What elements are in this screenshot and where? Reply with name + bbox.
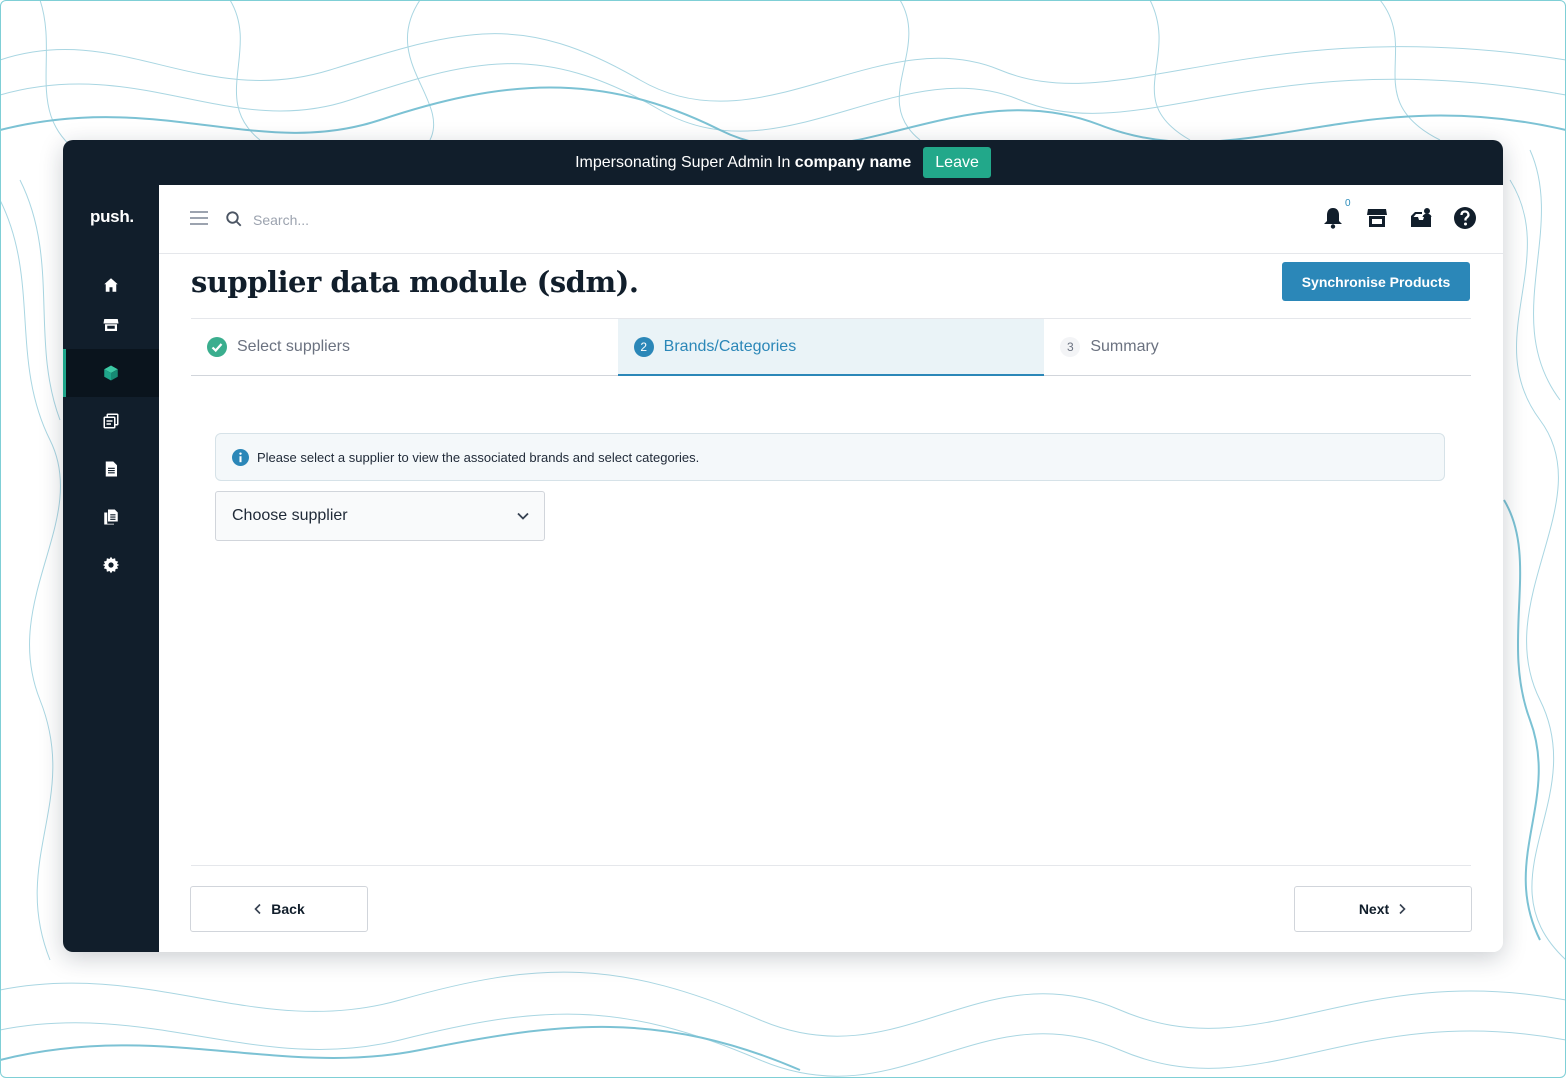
sidebar-item-documents[interactable] [63, 447, 159, 491]
step-number: 3 [1060, 337, 1081, 357]
impersonation-bar: Impersonating Super Admin In company nam… [63, 140, 1503, 185]
inbox-user-icon[interactable] [1409, 206, 1433, 230]
chevron-right-icon [1399, 903, 1406, 915]
sidebar-item-files[interactable] [63, 495, 159, 539]
step-label: Summary [1090, 338, 1159, 355]
leave-button[interactable]: Leave [923, 147, 991, 178]
copy-icon [103, 413, 119, 429]
step-number: 2 [633, 337, 654, 357]
chevron-left-icon [254, 903, 261, 915]
document-icon [105, 461, 117, 477]
files-icon [104, 509, 118, 525]
info-alert: Please select a supplier to view the ass… [215, 433, 1445, 481]
app-window: Impersonating Super Admin In company nam… [63, 140, 1503, 952]
cube-icon [104, 365, 118, 381]
notification-badge: 0 [1345, 198, 1351, 209]
page-title: supplier data module (sdm). [191, 265, 639, 299]
sidebar-item-copies[interactable] [63, 399, 159, 443]
search-input[interactable] [251, 205, 655, 235]
check-circle-icon [207, 337, 227, 357]
store-icon [103, 319, 119, 331]
impersonation-text: Impersonating Super Admin In company nam… [575, 153, 912, 171]
supplier-select[interactable]: Choose supplier [215, 491, 545, 541]
back-label: Back [271, 901, 305, 917]
sidebar: push. [63, 185, 159, 952]
sidebar-item-products[interactable] [63, 349, 159, 397]
back-button[interactable]: Back [190, 886, 368, 932]
info-icon [232, 448, 249, 466]
supplier-select-value: Choose supplier [232, 507, 348, 524]
step-select-suppliers[interactable]: Select suppliers [191, 319, 618, 375]
logo: push. [90, 207, 134, 226]
help-icon[interactable] [1453, 206, 1477, 230]
gear-icon [102, 556, 120, 574]
step-label: Select suppliers [237, 338, 350, 355]
search-icon [226, 211, 242, 227]
footer-divider [191, 865, 1471, 866]
home-icon [104, 278, 118, 292]
sidebar-item-store[interactable] [63, 303, 159, 347]
synchronise-products-button[interactable]: Synchronise Products [1282, 262, 1470, 301]
main-content: 0 supplier data module (sdm). Synchronis… [159, 185, 1503, 952]
impersonation-company: company name [794, 153, 912, 171]
step-label: Brands/Categories [663, 338, 797, 355]
bell-icon[interactable] [1321, 206, 1345, 230]
info-text: Please select a supplier to view the ass… [257, 449, 700, 465]
stepper: Select suppliers 2 Brands/Categories 3 S… [191, 318, 1471, 376]
chevron-down-icon [517, 512, 529, 520]
next-label: Next [1358, 901, 1390, 917]
next-button[interactable]: Next [1294, 886, 1472, 932]
step-summary[interactable]: 3 Summary [1044, 319, 1471, 375]
sidebar-item-home[interactable] [63, 263, 159, 307]
hamburger-menu-icon[interactable] [189, 210, 209, 226]
step-brands-categories[interactable]: 2 Brands/Categories [617, 319, 1045, 376]
top-bar: 0 [159, 185, 1503, 254]
sidebar-item-settings[interactable] [63, 543, 159, 587]
store-icon[interactable] [1365, 206, 1389, 230]
